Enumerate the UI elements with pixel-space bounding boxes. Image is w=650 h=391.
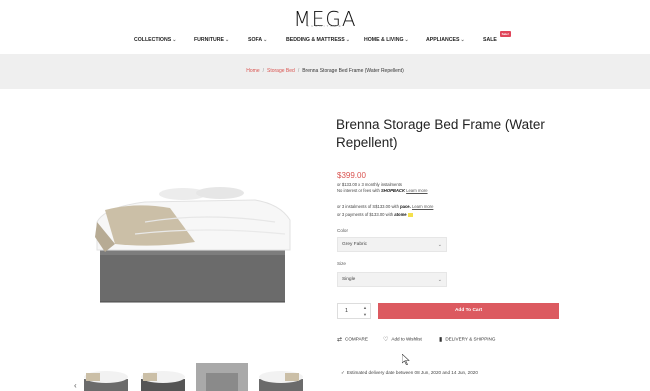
chevron-down-icon: ⌄ [460, 37, 465, 43]
chevron-down-icon: ⌄ [224, 37, 230, 43]
check-icon: ✓ [341, 370, 345, 375]
site-logo-subtitle: FURNITURE [307, 24, 343, 28]
thumbnail-2[interactable] [137, 363, 189, 391]
heart-icon: ♡ [383, 337, 389, 343]
chevron-down-icon: ⌄ [172, 37, 177, 43]
nav-bedding-mattress[interactable]: BEDDING & MATTRESS⌄ [286, 37, 350, 43]
truck-icon: ▮ [439, 337, 443, 343]
size-label: Size [337, 261, 346, 266]
decrement-icon[interactable]: ▼ [363, 312, 367, 317]
mouse-cursor-icon [402, 354, 410, 365]
breadcrumb-bar: Home / Storage Bed / Brenna Storage Bed Fram… [0, 54, 650, 89]
color-label: Color [337, 228, 348, 233]
product-price: $399.00 [337, 171, 366, 180]
atome-icon [407, 212, 413, 217]
breadcrumb: Home / Storage Bed / Brenna Storage Bed Fram… [246, 68, 404, 74]
nav-sofa[interactable]: SOFA⌄ [248, 37, 267, 43]
quantity-stepper[interactable]: 1 ▲ ▼ [337, 303, 371, 319]
nav-home-living[interactable]: HOME & LIVING⌄ [364, 37, 409, 43]
chevron-down-icon: ⌄ [404, 37, 409, 43]
compare-button[interactable]: ⇄ COMPARE [337, 336, 368, 343]
installment-line: or $133.00 x 3 monthly instalments [337, 182, 402, 187]
chevron-down-icon: ⌄ [263, 37, 268, 43]
wishlist-button[interactable]: ♡ Add to Wishlist [383, 336, 422, 343]
estimated-delivery: ✓ Estimated delivery date between 08 Jun,… [341, 370, 478, 375]
increment-icon[interactable]: ▲ [363, 305, 367, 310]
product-image[interactable] [85, 182, 295, 307]
color-select[interactable]: Grey Fabric ⌄ [337, 237, 447, 252]
breadcrumb-home[interactable]: Home [246, 68, 259, 74]
thumbnail-3[interactable] [196, 363, 248, 391]
learn-more-link[interactable]: Learn more [406, 188, 427, 193]
breadcrumb-category[interactable]: Storage Bed [267, 68, 295, 74]
main-nav: COLLECTIONS⌄ FURNITURE⌄ SOFA⌄ BEDDING & … [0, 31, 650, 49]
quantity-value[interactable]: 1 [345, 308, 348, 314]
nav-furniture[interactable]: FURNITURE⌄ [194, 37, 229, 43]
thumbnail-1[interactable] [80, 363, 132, 391]
shopback-line: No interest or fees with SHOPBACK Learn … [337, 188, 428, 193]
pace-logo: pace. [400, 204, 411, 209]
sale-badge: Sale! [499, 31, 511, 37]
delivery-shipping-button[interactable]: ▮ DELIVERY & SHIPPING [439, 336, 495, 343]
add-to-cart-button[interactable]: Add To Cart [378, 303, 559, 319]
thumbnail-4[interactable] [255, 363, 307, 391]
nav-appliances[interactable]: APPLIANCES⌄ [426, 37, 465, 43]
chevron-down-icon: ⌄ [437, 277, 442, 283]
chevron-down-icon: ⌄ [345, 37, 350, 43]
pace-learn-more-link[interactable]: Learn more [412, 204, 433, 209]
nav-collections[interactable]: COLLECTIONS⌄ [134, 37, 176, 43]
chevron-left-icon[interactable]: ‹ [74, 381, 77, 390]
atome-logo: atome [394, 212, 407, 217]
shopback-logo: SHOPBACK [381, 188, 405, 193]
compare-icon: ⇄ [337, 337, 343, 343]
nav-sale[interactable]: SALE Sale! [483, 31, 511, 43]
breadcrumb-current: Brenna Storage Bed Frame (Water Repellen… [302, 68, 404, 74]
product-title: Brenna Storage Bed Frame (Water Repellen… [336, 117, 545, 150]
pace-line: or 3 instalments of S$133.00 with pace. … [337, 204, 434, 209]
size-select[interactable]: Single ⌄ [337, 272, 447, 287]
atome-line: or 3 payments of $133.00 with atome [337, 212, 413, 217]
chevron-down-icon: ⌄ [437, 242, 442, 248]
